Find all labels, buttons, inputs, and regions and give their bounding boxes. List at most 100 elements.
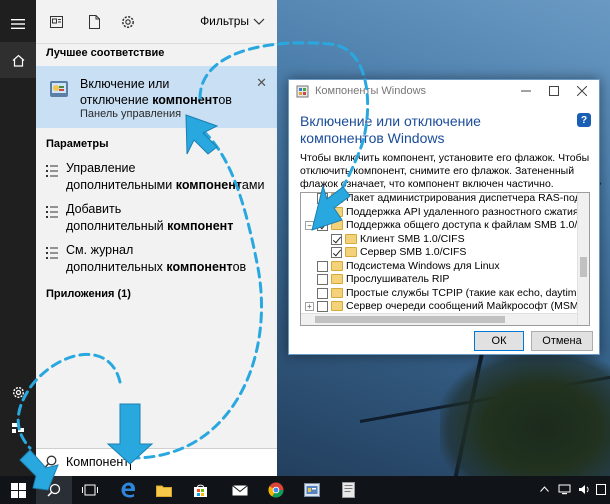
volume-icon[interactable]	[578, 484, 591, 498]
filters-dropdown[interactable]: Фильтры	[200, 14, 265, 28]
store-button[interactable]	[182, 476, 218, 504]
edge-button[interactable]	[110, 476, 146, 504]
help-icon[interactable]: ?	[577, 113, 591, 127]
close-window-icon[interactable]	[571, 82, 593, 100]
feature-label: Простые службы TCPIP (такие как echo, da…	[346, 286, 590, 299]
settings-gear-icon[interactable]	[0, 374, 36, 410]
result-line2-prefix: дополнительный	[66, 219, 168, 233]
feature-checkbox[interactable]	[317, 193, 328, 204]
control-panel-icon	[48, 78, 70, 100]
scroll-thumb[interactable]	[580, 257, 587, 277]
ok-button[interactable]: ОК	[474, 331, 524, 351]
result-line1: См. журнал	[66, 243, 134, 257]
folder-icon	[331, 274, 343, 284]
text-cursor	[130, 455, 132, 470]
mail-icon	[232, 484, 248, 495]
documents-filter-icon[interactable]	[84, 12, 104, 32]
folder-icon	[345, 233, 357, 244]
feature-checkbox[interactable]	[317, 260, 328, 272]
feature-tree-row[interactable]: Клиент SMB 1.0/CIFS	[301, 233, 577, 247]
feature-label: Сервер SMB 1.0/CIFS	[360, 246, 467, 258]
folder-icon	[331, 287, 343, 298]
control-panel-icon	[304, 483, 320, 497]
hamburger-menu-icon[interactable]	[0, 6, 36, 42]
dialog-heading: Включение или отключение компонентов Win…	[300, 113, 481, 146]
feature-checkbox[interactable]	[331, 247, 342, 258]
windows-logo-icon	[10, 482, 26, 498]
result-line2-bold: компонент	[167, 219, 234, 233]
edge-icon	[121, 482, 135, 498]
result-line2-suffix: ов	[232, 260, 247, 274]
task-view-button[interactable]	[72, 476, 108, 504]
feature-label: Сервер очереди сообщений Майкрософт (MSM…	[346, 300, 590, 312]
minimize-icon[interactable]	[515, 82, 537, 100]
feature-tree-row[interactable]: − Поддержка общего доступа к файлам SMB 1…	[301, 219, 589, 233]
settings-result-item[interactable]: Добавить дополнительный компонент	[36, 201, 277, 239]
expand-toggle-icon[interactable]: −	[305, 221, 314, 230]
best-match-heading: Лучшее соответствие	[46, 47, 165, 59]
feature-tree-row[interactable]: + Сервер очереди сообщений Майкрософт (MS…	[301, 300, 589, 314]
feature-tree-row[interactable]: Прослушиватель RIP	[301, 273, 577, 287]
close-icon[interactable]: ✕	[256, 75, 267, 91]
feature-checkbox[interactable]	[317, 287, 328, 299]
feature-tree-row[interactable]: Простые службы TCPIP (такие как echo, da…	[301, 287, 589, 301]
feature-checkbox[interactable]	[317, 301, 328, 312]
mail-button[interactable]	[222, 476, 258, 504]
home-icon[interactable]	[0, 42, 36, 78]
start-button[interactable]	[0, 476, 36, 504]
search-taskbar-button[interactable]	[36, 476, 72, 504]
dialog-titlebar[interactable]: Компоненты Windows	[289, 80, 599, 104]
feature-tree-row[interactable]: Поддержка API удаленного разностного сжа…	[301, 205, 579, 220]
search-input[interactable]: Компонент	[66, 455, 129, 469]
search-icon	[47, 483, 61, 497]
feature-label: Пакет администрирования диспетчера RAS-п…	[346, 192, 589, 204]
feature-label: Подсистема Windows для Linux	[346, 259, 500, 272]
result-line2-prefix: дополнительных	[66, 260, 167, 274]
features-tree[interactable]: Пакет администрирования диспетчера RAS-п…	[300, 192, 590, 326]
cancel-button[interactable]: Отмена	[531, 331, 593, 351]
feedback-icon[interactable]	[0, 410, 36, 446]
language-indicator-icon[interactable]	[596, 484, 606, 498]
feature-tree-row[interactable]: Сервер SMB 1.0/CIFS	[301, 246, 577, 260]
feature-label: Поддержка общего доступа к файлам SMB 1.…	[346, 219, 590, 231]
feature-label: Клиент SMB 1.0/CIFS	[360, 232, 465, 245]
folder-icon	[331, 301, 343, 311]
maximize-icon[interactable]	[543, 82, 565, 100]
pinned-app-button[interactable]	[330, 476, 366, 504]
list-settings-icon	[46, 164, 58, 178]
best-match-title-line2-suffix: ов	[218, 93, 232, 107]
settings-result-item[interactable]: Управление дополнительными компонентами	[36, 160, 277, 198]
result-line2-bold: компонент	[175, 178, 242, 192]
vertical-scrollbar[interactable]	[577, 193, 589, 325]
windows-features-icon	[296, 85, 309, 98]
best-match-title-line2-bold: компонент	[152, 93, 219, 107]
file-explorer-button[interactable]	[146, 476, 182, 504]
feature-checkbox[interactable]	[331, 233, 342, 245]
horizontal-scrollbar[interactable]	[301, 313, 577, 325]
feature-checkbox[interactable]	[317, 206, 328, 218]
best-match-title-line1: Включение или	[80, 77, 170, 91]
feature-tree-row[interactable]: Пакет администрирования диспетчера RAS-п…	[301, 193, 589, 206]
best-match-title-line2-prefix: отключение	[80, 93, 153, 107]
search-box[interactable]: Компонент	[36, 448, 277, 476]
scroll-thumb[interactable]	[315, 316, 505, 323]
apps-filter-icon[interactable]	[46, 12, 66, 32]
folder-icon	[331, 260, 343, 271]
apps-heading: Приложения (1)	[46, 288, 131, 300]
feature-checkbox[interactable]	[317, 274, 328, 285]
folder-icon	[156, 485, 172, 497]
control-panel-taskbar-button[interactable]	[294, 476, 330, 504]
settings-filter-icon[interactable]	[118, 12, 138, 32]
result-line2-bold: компонент	[166, 260, 233, 274]
tray-chevron-up-icon[interactable]	[540, 484, 549, 495]
result-line1: Добавить	[66, 202, 122, 216]
network-icon[interactable]	[558, 484, 571, 498]
feature-tree-row[interactable]: Подсистема Windows для Linux	[301, 260, 577, 274]
settings-result-item[interactable]: См. журнал дополнительных компонентов	[36, 242, 277, 280]
chrome-button[interactable]	[258, 476, 294, 504]
windows-features-dialog: Компоненты Windows Включение или отключе…	[288, 79, 600, 355]
feature-checkbox[interactable]	[317, 220, 328, 231]
best-match-item[interactable]: Включение или отключение компонентов Пан…	[36, 66, 277, 128]
feature-label: Поддержка API удаленного разностного сжа…	[346, 205, 579, 218]
expand-toggle-icon[interactable]: +	[305, 302, 314, 311]
